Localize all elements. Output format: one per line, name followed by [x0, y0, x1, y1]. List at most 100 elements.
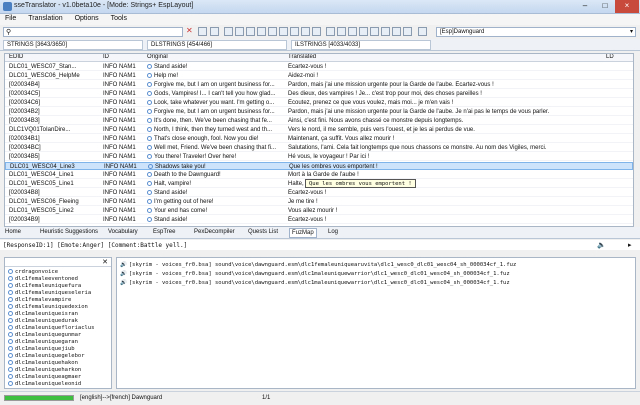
cell-translated: Pardon, mais j'ai une mission urgente po…	[288, 109, 550, 115]
tool-icon-13[interactable]	[359, 27, 368, 36]
table-row[interactable]: [020034B1] INFO NAM1 That's close enough, …	[5, 135, 633, 143]
tool-icon-3[interactable]	[246, 27, 255, 36]
tool-icon-14[interactable]	[370, 27, 379, 36]
play-icon[interactable]: 🔊	[120, 271, 127, 277]
cell-id: INFO NAM1	[103, 127, 136, 133]
tab-strings[interactable]: STRINGS [3643/3650]	[3, 40, 143, 50]
tab-home[interactable]: Home	[3, 228, 23, 238]
tool-icon-11[interactable]	[337, 27, 346, 36]
col-id[interactable]: ID	[103, 54, 109, 60]
list-item[interactable]: dlc1femaleuniquedexion	[8, 304, 88, 310]
list-item[interactable]: dlc1maleuniqueleonid	[8, 381, 81, 387]
speech-bubble-icon	[147, 100, 152, 105]
list-item[interactable]: dlc1maleuniquenovelgibor	[8, 388, 94, 389]
tab-dlstrings[interactable]: DLSTRINGS [454/466]	[147, 40, 287, 50]
string-tabs: STRINGS [3643/3650] DLSTRINGS [454/466] …	[0, 39, 640, 51]
col-original[interactable]: Original	[147, 54, 168, 60]
tool-icon-8[interactable]	[301, 27, 310, 36]
minimize-button[interactable]: –	[575, 0, 595, 13]
tool-icon-6[interactable]	[279, 27, 288, 36]
voice-bubble-icon	[8, 325, 13, 330]
menu-options[interactable]: Options	[70, 14, 104, 22]
tab-vocabulary[interactable]: Vocabulary	[106, 228, 140, 238]
tool-icon-17[interactable]	[403, 27, 412, 36]
tab-esptree[interactable]: EspTree	[151, 228, 177, 238]
cell-original-text: Help me!	[154, 73, 179, 79]
table-row[interactable]: [020034B9] INFO NAM1 Stand aside! Écartez-v…	[5, 216, 633, 224]
table-row[interactable]: [020034B3] INFO NAM1 It's done, then. We'v…	[5, 117, 633, 125]
speaker-icon[interactable]: 🔈	[597, 241, 606, 249]
speech-bubble-icon	[147, 127, 152, 132]
list-item[interactable]: dlc1maleuniqueisran	[8, 311, 78, 317]
table-row[interactable]: [020034C6] INFO NAM1 Look, take whatever y…	[5, 99, 633, 107]
list-item[interactable]: dlc1femaleuniquefura	[8, 283, 81, 289]
table-row[interactable]: DLC01_WESC05_Line2 INFO NAM1 Your end has …	[5, 207, 633, 215]
maximize-button[interactable]: □	[595, 0, 615, 13]
list-item[interactable]: dlc1maleuniquehakon	[8, 360, 78, 366]
table-row[interactable]: DLC01_WESC04_Line1 INFO NAM1 Death to the …	[5, 171, 633, 179]
list-item[interactable]: dlc1maleuniquedurak	[8, 318, 78, 324]
tool-icon-16[interactable]	[392, 27, 401, 36]
tool-icon-15[interactable]	[381, 27, 390, 36]
list-item[interactable]: dlc1maleuniquegunmar	[8, 332, 81, 338]
cell-id: INFO NAM1	[103, 190, 136, 196]
list-item[interactable]: dlc1maleuniquefloriaclus	[8, 325, 94, 331]
list-item[interactable]: dlc1femaleuniqueseleria	[8, 290, 91, 296]
list-item[interactable]: dlc1maleuniquejiub	[8, 346, 75, 352]
list-item[interactable]: dlc1maleuniquegelebor	[8, 353, 85, 359]
option-icon[interactable]	[210, 27, 219, 36]
list-item[interactable]: dlc1maleuniqueagmaer	[8, 374, 81, 380]
clear-icon[interactable]: ✕	[186, 26, 193, 35]
list-item[interactable]: dlc1femaleeventoned	[8, 276, 78, 282]
play-icon[interactable]: 🔊	[120, 280, 127, 286]
table-row[interactable]: DLC1VQ01ToIanDire... INFO NAM1 North, I th…	[5, 126, 633, 134]
list-item[interactable]: 🔊 [skyrim - voices_fr0.bsa] sound\voice\d…	[120, 271, 510, 277]
table-row[interactable]: [020034C5] INFO NAM1 Gods, Vampires! I... …	[5, 90, 633, 98]
list-item[interactable]: crdragonvoice	[8, 269, 58, 275]
tool-icon-4[interactable]	[257, 27, 266, 36]
clear-search-icon[interactable]: ✕	[102, 258, 108, 266]
tool-icon-2[interactable]	[235, 27, 244, 36]
tool-icon-10[interactable]	[326, 27, 335, 36]
table-row[interactable]: [020034B4] INFO NAM1 Forgive me, but I am …	[5, 81, 633, 89]
voice-search-input[interactable]: ✕	[5, 258, 111, 267]
list-item[interactable]: dlc1maleuniqueharkon	[8, 367, 81, 373]
voice-name: dlc1maleuniquedurak	[15, 318, 78, 324]
table-row[interactable]: [020034B2] INFO NAM1 Forgive me, but I am …	[5, 108, 633, 116]
menu-file[interactable]: File	[0, 14, 21, 22]
col-ld[interactable]: LD	[606, 54, 614, 60]
plugin-dropdown[interactable]: [Esp]Dawnguard ▾	[436, 27, 636, 37]
filter-icon[interactable]	[198, 27, 207, 36]
list-item[interactable]: 🔊 [skyrim - voices_fr0.bsa] sound\voice\d…	[120, 262, 516, 268]
close-button[interactable]: ×	[615, 0, 639, 13]
tool-icon-1[interactable]	[224, 27, 233, 36]
table-row[interactable]: DLC01_WESC06_Fleeing INFO NAM1 I'm getting…	[5, 198, 633, 206]
table-row[interactable]: DLC01_WESC06_HelpMe INFO NAM1 Help me! Aide…	[5, 72, 633, 80]
tab-heuristic[interactable]: Heuristic Suggestions	[38, 228, 100, 238]
table-row[interactable]: [020034BC] INFO NAM1 Well met, Friend. We'…	[5, 144, 633, 152]
expand-icon[interactable]: ▸	[628, 241, 632, 249]
tool-icon-7[interactable]	[290, 27, 299, 36]
table-row[interactable]: [020034B5] INFO NAM1 You there! Traveler! …	[5, 153, 633, 161]
tool-icon-18[interactable]	[418, 27, 427, 36]
tab-quests-list[interactable]: Quests List	[246, 228, 280, 238]
menu-tools[interactable]: Tools	[106, 14, 132, 22]
list-item[interactable]: dlc1femalevampire	[8, 297, 71, 303]
col-translated[interactable]: Translated	[288, 54, 316, 60]
tool-icon-5[interactable]	[268, 27, 277, 36]
tab-pexdecompiler[interactable]: PexDecompiler	[192, 228, 237, 238]
tab-fuzmap[interactable]: FuzMap	[289, 228, 317, 238]
table-row[interactable]: DLC01_WESC07_Stan... INFO NAM1 Stand aside…	[5, 63, 633, 71]
tab-log[interactable]: Log	[326, 228, 340, 238]
play-icon[interactable]: 🔊	[120, 262, 127, 268]
col-edid[interactable]: EDID	[9, 54, 23, 60]
table-row[interactable]: DLC01_WESC04_Line3 INFO NAM1 Shadows take …	[5, 162, 633, 170]
tab-ilstrings[interactable]: ILSTRINGS [4033/4033]	[291, 40, 431, 50]
search-input[interactable]: ⚲	[3, 27, 183, 37]
tool-icon-12[interactable]	[348, 27, 357, 36]
list-item[interactable]: dlc1maleuniquegaran	[8, 339, 78, 345]
tool-icon-9[interactable]	[312, 27, 321, 36]
list-item[interactable]: 🔊 [skyrim - voices_fr0.bsa] sound\voice\d…	[120, 280, 510, 286]
table-row[interactable]: [020034B8] INFO NAM1 Stand aside! Écartez-v…	[5, 189, 633, 197]
menu-translation[interactable]: Translation	[23, 14, 67, 22]
